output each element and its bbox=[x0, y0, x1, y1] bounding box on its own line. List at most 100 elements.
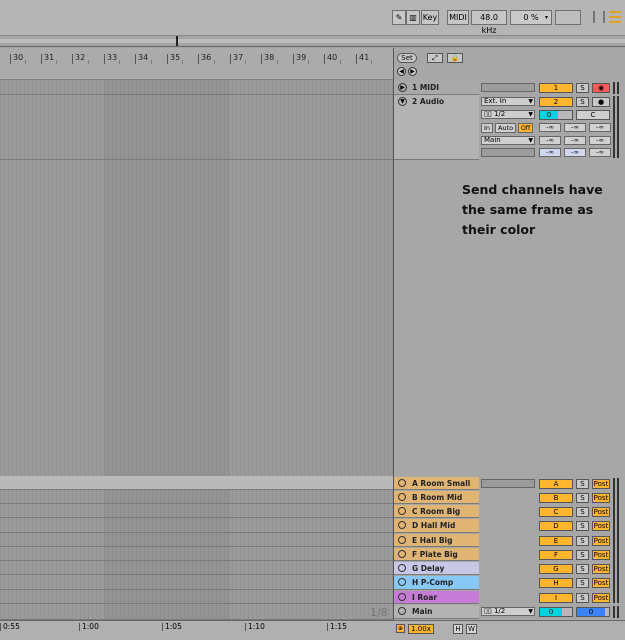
send-readout[interactable]: -∞ bbox=[564, 148, 586, 157]
solo-button[interactable]: S bbox=[576, 550, 589, 560]
return-name[interactable]: B Room Mid bbox=[412, 493, 462, 502]
return-lane-a[interactable] bbox=[0, 476, 393, 490]
send-readout[interactable]: -∞ bbox=[589, 123, 611, 132]
monitor-in-button[interactable]: In bbox=[481, 123, 493, 133]
track-lane-2-audio[interactable] bbox=[0, 95, 393, 160]
record-arm-button[interactable]: ● bbox=[592, 97, 610, 107]
return-header-b[interactable]: B Room Mid bbox=[394, 491, 479, 504]
loop-marker[interactable] bbox=[176, 36, 178, 46]
return-header-a[interactable]: A Room Small bbox=[394, 477, 479, 490]
width-button[interactable]: W bbox=[466, 624, 477, 634]
return-header-h[interactable]: H P-Comp bbox=[394, 576, 479, 590]
return-fold-icon[interactable] bbox=[398, 564, 406, 572]
send-readout[interactable]: -∞ bbox=[539, 148, 561, 157]
hide-button[interactable]: H bbox=[453, 624, 463, 634]
beat-time-ruler[interactable]: 30 31 32 33 34 35 36 37 38 39 40 41 bbox=[0, 48, 393, 80]
post-fader-button[interactable]: Post bbox=[592, 507, 610, 517]
track-volume-slider[interactable]: 0 bbox=[539, 110, 573, 120]
track-activator-1[interactable]: 1 bbox=[539, 83, 573, 93]
post-fader-button[interactable]: Post bbox=[592, 521, 610, 531]
follow-icon[interactable]: ⊕ bbox=[396, 624, 405, 633]
main-lane[interactable] bbox=[0, 604, 393, 620]
return-name[interactable]: A Room Small bbox=[412, 479, 470, 488]
return-lane-d[interactable] bbox=[0, 518, 393, 533]
solo-button[interactable]: S bbox=[576, 521, 589, 531]
return-header-d[interactable]: D Hall Mid bbox=[394, 519, 479, 533]
solo-button[interactable]: S bbox=[576, 479, 589, 489]
main-output-select[interactable]: ▯▯ 1/2 ▼ bbox=[481, 607, 535, 616]
pencil-icon[interactable]: ✎ bbox=[392, 10, 406, 25]
solo-button[interactable]: S bbox=[576, 593, 589, 603]
track-name[interactable]: 2 Audio bbox=[412, 97, 444, 106]
solo-button[interactable]: S bbox=[576, 536, 589, 546]
return-activator-g[interactable]: G bbox=[539, 564, 573, 574]
post-fader-button[interactable]: Post bbox=[592, 593, 610, 603]
return-lane-b[interactable] bbox=[0, 490, 393, 504]
return-header-e[interactable]: E Hall Big bbox=[394, 534, 479, 547]
midi-track-io-slot[interactable] bbox=[481, 83, 535, 92]
return-name[interactable]: D Hall Mid bbox=[412, 521, 455, 530]
zoom-display[interactable]: 1.00x bbox=[408, 624, 434, 634]
monitor-auto-button[interactable]: Auto bbox=[495, 123, 516, 133]
return-header-g[interactable]: G Delay bbox=[394, 562, 479, 575]
overview-loop-bar[interactable] bbox=[0, 36, 625, 47]
solo-button[interactable]: S bbox=[576, 97, 589, 107]
monitor-off-button[interactable]: Off bbox=[518, 123, 533, 133]
main-fold-icon[interactable] bbox=[398, 607, 406, 615]
return-header-i[interactable]: I Roar bbox=[394, 591, 479, 604]
midi-map-button[interactable]: MIDI bbox=[447, 10, 469, 25]
return-activator-d[interactable]: D bbox=[539, 521, 573, 531]
key-map-button[interactable]: Key bbox=[421, 10, 439, 25]
main-volume-slider[interactable]: 0 bbox=[539, 607, 573, 617]
post-fader-button[interactable]: Post bbox=[592, 564, 610, 574]
return-activator-h[interactable]: H bbox=[539, 578, 573, 588]
return-lane-c[interactable] bbox=[0, 504, 393, 518]
track-header-2-audio[interactable]: ▼ 2 Audio bbox=[394, 95, 479, 160]
return-activator-b[interactable]: B bbox=[539, 493, 573, 503]
input-channel-select[interactable]: ▯▯ 1/2 ▼ bbox=[481, 110, 535, 119]
send-readout[interactable]: -∞ bbox=[589, 148, 611, 157]
return-lane-i[interactable] bbox=[0, 590, 393, 604]
send-readout[interactable]: -∞ bbox=[564, 136, 586, 145]
track-fold-icon[interactable]: ▶ bbox=[398, 83, 407, 92]
return-fold-icon[interactable] bbox=[398, 493, 406, 501]
return-name[interactable]: F Plate Big bbox=[412, 550, 458, 559]
return-lane-e[interactable] bbox=[0, 533, 393, 547]
post-fader-button[interactable]: Post bbox=[592, 550, 610, 560]
post-fader-button[interactable]: Post bbox=[592, 493, 610, 503]
solo-button[interactable]: S bbox=[576, 493, 589, 503]
return-activator-i[interactable]: I bbox=[539, 593, 573, 603]
previous-locator-icon[interactable]: ◀ bbox=[397, 67, 406, 76]
return-header-c[interactable]: C Room Big bbox=[394, 505, 479, 518]
lock-icon[interactable]: 🔒 bbox=[447, 53, 463, 63]
return-fold-icon[interactable] bbox=[398, 578, 406, 586]
cpu-load-display[interactable]: 0 % ▾ bbox=[510, 10, 552, 25]
next-locator-icon[interactable]: ▶ bbox=[408, 67, 417, 76]
solo-button[interactable]: S bbox=[576, 507, 589, 517]
return-header-f[interactable]: F Plate Big bbox=[394, 548, 479, 561]
main-pan-control[interactable]: 0 bbox=[576, 607, 610, 617]
track-lane-1-midi[interactable] bbox=[0, 81, 393, 95]
sample-rate-display[interactable]: 48.0 kHz bbox=[471, 10, 507, 35]
return-name[interactable]: C Room Big bbox=[412, 507, 460, 516]
main-header[interactable]: Main bbox=[394, 605, 479, 619]
return-fold-icon[interactable] bbox=[398, 550, 406, 558]
send-readout[interactable]: -∞ bbox=[539, 123, 561, 132]
return-lane-h[interactable] bbox=[0, 575, 393, 590]
post-fader-button[interactable]: Post bbox=[592, 578, 610, 588]
set-locator-button[interactable]: Set bbox=[397, 53, 417, 63]
send-readout[interactable]: -∞ bbox=[589, 136, 611, 145]
return-activator-a[interactable]: A bbox=[539, 479, 573, 489]
input-type-select[interactable]: Ext. In ▼ bbox=[481, 97, 535, 106]
return-name[interactable]: H P-Comp bbox=[412, 578, 453, 587]
output-select[interactable]: Main ▼ bbox=[481, 136, 535, 145]
return-io-slot[interactable] bbox=[481, 479, 535, 488]
expand-icon[interactable]: ⤢ bbox=[427, 53, 443, 63]
time-ruler[interactable]: 0:55 1:00 1:05 1:10 1:15 ⊕ 1.00x H W bbox=[0, 620, 625, 640]
return-activator-e[interactable]: E bbox=[539, 536, 573, 546]
track-fold-icon[interactable]: ▼ bbox=[398, 97, 407, 106]
output-channel-slot[interactable] bbox=[481, 148, 535, 157]
return-lane-g[interactable] bbox=[0, 561, 393, 575]
return-fold-icon[interactable] bbox=[398, 521, 406, 529]
menu-icon[interactable] bbox=[609, 11, 621, 23]
